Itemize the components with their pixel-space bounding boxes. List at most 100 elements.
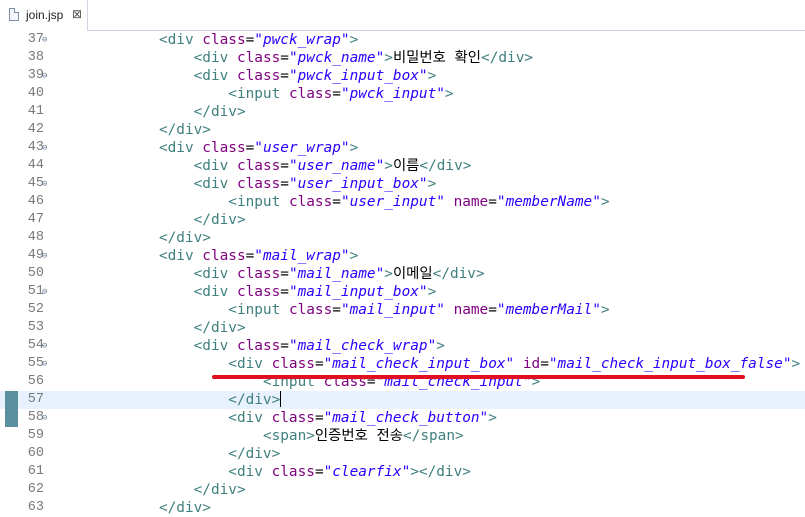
- token-eq: =: [540, 356, 549, 372]
- token-attr: class: [202, 32, 246, 48]
- code-line[interactable]: 37 ⊖ <div class="pwck_wrap">: [0, 31, 805, 49]
- code-line[interactable]: 53 </div>: [0, 319, 805, 337]
- fold-toggle-icon[interactable]: ⊖: [42, 176, 47, 192]
- code-line[interactable]: 55 ⊖ <div class="mail_check_input_box" id…: [0, 355, 805, 373]
- fold-toggle-icon[interactable]: ⊖: [42, 248, 47, 264]
- code-line[interactable]: 61 <div class="clearfix"></div>: [0, 463, 805, 481]
- token-val: "mail_wrap": [254, 248, 350, 264]
- line-number: 48: [27, 230, 44, 245]
- code-line[interactable]: 57 </div>: [0, 391, 805, 409]
- change-marker: [5, 409, 18, 427]
- line-number: 37: [27, 32, 44, 47]
- token-tag: >: [600, 194, 610, 210]
- token-val: "mail_input": [340, 302, 445, 318]
- red-underline-annotation: [212, 375, 745, 379]
- code-text: <input class="pwck_input">: [55, 85, 453, 103]
- fold-toggle-icon[interactable]: ⊖: [42, 356, 47, 372]
- code-text: </div>: [55, 445, 280, 463]
- close-icon[interactable]: ⊠: [72, 7, 82, 21]
- code-line[interactable]: 60 </div>: [0, 445, 805, 463]
- token-tag: </div>: [419, 158, 472, 174]
- token-attr: class: [288, 86, 333, 102]
- code-line[interactable]: 41 </div>: [0, 103, 805, 121]
- token-tag: <input: [228, 194, 289, 210]
- code-line[interactable]: 49 ⊖ <div class="mail_wrap">: [0, 247, 805, 265]
- fold-toggle-icon[interactable]: ⊖: [42, 68, 47, 84]
- text-cursor: [280, 391, 282, 407]
- fold-toggle-icon[interactable]: ⊖: [42, 140, 47, 156]
- token-attr: name: [444, 302, 489, 318]
- fold-toggle-icon[interactable]: ⊖: [42, 338, 47, 354]
- token-val: "memberMail": [496, 302, 601, 318]
- line-number: 40: [27, 86, 44, 101]
- code-line[interactable]: 54 ⊖ <div class="mail_check_wrap">: [0, 337, 805, 355]
- token-tag: <input: [228, 302, 289, 318]
- token-tag: <div: [228, 356, 272, 372]
- line-number: 53: [27, 320, 44, 335]
- fold-toggle-icon[interactable]: ⊖: [42, 410, 47, 426]
- code-text: </div>: [55, 211, 246, 229]
- token-tag: <div: [193, 68, 237, 84]
- token-tag: </div>: [193, 104, 246, 120]
- token-eq: =: [488, 194, 497, 210]
- file-icon: [9, 8, 19, 21]
- token-tag: </span>: [403, 428, 464, 444]
- code-line[interactable]: 47 </div>: [0, 211, 805, 229]
- code-line[interactable]: 59 <span>인증번호 전송</span>: [0, 427, 805, 445]
- code-line[interactable]: 42 </div>: [0, 121, 805, 139]
- code-line[interactable]: 40 <input class="pwck_input">: [0, 85, 805, 103]
- token-tag: >: [488, 410, 497, 426]
- line-number: 51: [27, 284, 44, 299]
- token-attr: class: [288, 302, 333, 318]
- fold-toggle-icon[interactable]: ⊖: [42, 32, 47, 48]
- token-val: "mail_input_box": [288, 284, 428, 300]
- code-line[interactable]: 50 <div class="mail_name">이메일</div>: [0, 265, 805, 283]
- token-attr: class: [288, 194, 333, 210]
- token-attr: class: [236, 158, 281, 174]
- code-line[interactable]: 48 </div>: [0, 229, 805, 247]
- code-line[interactable]: 46 <input class="user_input" name="membe…: [0, 193, 805, 211]
- token-tag: <div: [158, 32, 203, 48]
- line-number: 56: [27, 374, 44, 389]
- code-text: <span>인증번호 전송</span>: [55, 427, 464, 445]
- code-line[interactable]: 63 </div>: [0, 499, 805, 517]
- line-number: 58: [27, 410, 44, 425]
- code-line[interactable]: 44 <div class="user_name">이름</div>: [0, 157, 805, 175]
- code-line[interactable]: 62 </div>: [0, 481, 805, 499]
- token-tag: <div: [228, 410, 272, 426]
- line-number: 41: [27, 104, 44, 119]
- code-editor[interactable]: 37 ⊖ <div class="pwck_wrap"> 38 <div class…: [0, 31, 805, 516]
- tab-join-jsp[interactable]: join.jsp ⊠: [0, 0, 88, 31]
- code-line[interactable]: 43 ⊖ <div class="user_wrap">: [0, 139, 805, 157]
- tab-label: join.jsp: [26, 8, 64, 22]
- token-attr: class: [271, 464, 315, 480]
- code-line[interactable]: 58 ⊖ <div class="mail_check_button">: [0, 409, 805, 427]
- token-attr: class: [236, 68, 281, 84]
- token-eq: =: [280, 338, 289, 354]
- code-text: <div class="clearfix"></div>: [55, 463, 471, 481]
- code-text: <div class="pwck_name">비밀번호 확인</div>: [55, 49, 533, 67]
- code-text: <div class="mail_check_button">: [55, 409, 497, 427]
- token-val: "mail_check_input_box": [323, 356, 515, 372]
- code-text: </div>: [55, 103, 246, 121]
- code-text: <div class="user_wrap">: [55, 139, 358, 157]
- code-line[interactable]: 39 ⊖ <div class="pwck_input_box">: [0, 67, 805, 85]
- token-tag: <div: [193, 338, 237, 354]
- code-line[interactable]: 52 <input class="mail_input" name="membe…: [0, 301, 805, 319]
- token-tag: ></div>: [410, 464, 471, 480]
- token-tag: <div: [193, 50, 237, 66]
- code-line[interactable]: 45 ⊖ <div class="user_input_box">: [0, 175, 805, 193]
- code-line[interactable]: 51 ⊖ <div class="mail_input_box">: [0, 283, 805, 301]
- code-line[interactable]: 38 <div class="pwck_name">비밀번호 확인</div>: [0, 49, 805, 67]
- fold-toggle-icon[interactable]: ⊖: [42, 284, 47, 300]
- token-tag: >: [384, 50, 393, 66]
